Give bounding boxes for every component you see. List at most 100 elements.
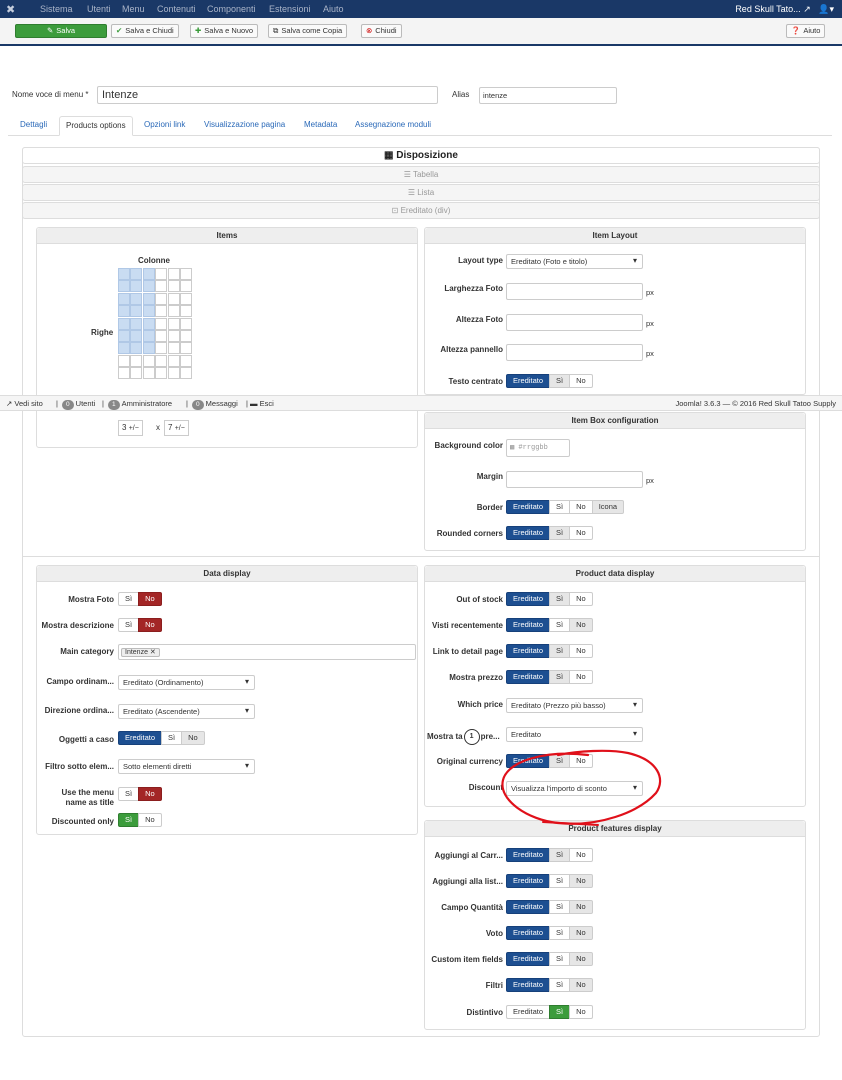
layout-lista[interactable]: ☰ Lista bbox=[22, 184, 820, 201]
main-category-tag[interactable]: Intenze ✕ bbox=[121, 648, 160, 657]
opt-no[interactable]: No bbox=[138, 813, 162, 827]
opt-no[interactable]: No bbox=[138, 618, 162, 632]
grid-cell[interactable] bbox=[130, 330, 143, 342]
site-link[interactable]: Red Skull Tato... ↗ 👤▾ bbox=[735, 4, 834, 15]
campo-quantita-toggle[interactable]: Ereditato Sì No bbox=[506, 900, 593, 914]
campo-ordinamento-select[interactable]: Ereditato (Ordinamento) bbox=[118, 675, 255, 690]
grid-cell[interactable] bbox=[142, 280, 155, 293]
opt-si[interactable]: Sì bbox=[549, 644, 571, 658]
opt-no[interactable]: No bbox=[569, 618, 593, 632]
grid-cell[interactable] bbox=[167, 317, 180, 330]
opt-ereditato[interactable]: Ereditato bbox=[506, 874, 551, 888]
save-copy-button[interactable]: ⧉ Salva come Copia bbox=[268, 24, 348, 38]
opt-si[interactable]: Sì bbox=[549, 926, 571, 940]
opt-no[interactable]: No bbox=[569, 644, 593, 658]
grid-cell[interactable] bbox=[142, 367, 155, 380]
grid-cell[interactable] bbox=[180, 268, 192, 280]
main-category-input[interactable]: Intenze ✕ bbox=[118, 644, 416, 660]
nav-contenuti[interactable]: Contenuti bbox=[157, 4, 196, 14]
filtri-toggle[interactable]: Ereditato Sì No bbox=[506, 978, 593, 992]
margin-input[interactable] bbox=[506, 471, 643, 488]
grid-cell[interactable] bbox=[167, 330, 180, 342]
opt-no[interactable]: No bbox=[569, 500, 593, 514]
opt-si[interactable]: Sì bbox=[549, 592, 571, 606]
nav-sistema[interactable]: Sistema bbox=[40, 4, 73, 14]
tab-opzioni-link[interactable]: Opzioni link bbox=[144, 120, 185, 129]
bg-color-input[interactable]: ▩ #rrggbb bbox=[506, 439, 570, 457]
opt-si[interactable]: Sì bbox=[549, 670, 571, 684]
grid-cell[interactable] bbox=[167, 342, 180, 355]
opt-ereditato[interactable]: Ereditato bbox=[506, 526, 551, 540]
opt-ereditato[interactable]: Ereditato bbox=[506, 848, 551, 862]
grid-cell[interactable] bbox=[142, 305, 155, 318]
joomla-logo-icon[interactable]: ✖ bbox=[6, 3, 15, 16]
grid-cell[interactable] bbox=[167, 305, 180, 318]
nav-utenti[interactable]: Utenti bbox=[87, 4, 111, 14]
grid-cell[interactable] bbox=[180, 367, 192, 380]
grid-cell[interactable] bbox=[130, 354, 143, 367]
mostra-tasse-select[interactable]: Ereditato bbox=[506, 727, 643, 742]
custom-fields-toggle[interactable]: Ereditato Sì No bbox=[506, 952, 593, 966]
tab-products-options[interactable]: Products options bbox=[59, 116, 133, 136]
opt-si[interactable]: Sì bbox=[118, 787, 140, 801]
grid-cell[interactable] bbox=[155, 330, 168, 342]
opt-si[interactable]: Sì bbox=[549, 618, 571, 632]
voto-toggle[interactable]: Ereditato Sì No bbox=[506, 926, 593, 940]
vedi-sito-link[interactable]: ↗ Vedi sito bbox=[6, 396, 43, 411]
opt-no[interactable]: No bbox=[569, 848, 593, 862]
link-detail-toggle[interactable]: Ereditato Sì No bbox=[506, 644, 593, 658]
opt-ereditato[interactable]: Ereditato bbox=[506, 900, 551, 914]
opt-ereditato[interactable]: Ereditato bbox=[118, 731, 163, 745]
opt-no[interactable]: No bbox=[181, 731, 205, 745]
opt-ereditato[interactable]: Ereditato bbox=[506, 952, 551, 966]
grid-cell[interactable] bbox=[155, 280, 168, 293]
tab-dettagli[interactable]: Dettagli bbox=[20, 120, 47, 129]
opt-no[interactable]: No bbox=[569, 374, 593, 388]
user-icon[interactable]: 👤▾ bbox=[818, 4, 834, 14]
grid-cell[interactable] bbox=[142, 317, 155, 330]
grid-cell[interactable] bbox=[167, 292, 180, 305]
nav-menu[interactable]: Menu bbox=[122, 4, 145, 14]
larghezza-foto-input[interactable] bbox=[506, 283, 643, 300]
nav-componenti[interactable]: Componenti bbox=[207, 4, 256, 14]
messaggi-link[interactable]: | 0 Messaggi bbox=[186, 396, 238, 411]
opt-si[interactable]: Sì bbox=[549, 978, 571, 992]
grid-cell[interactable] bbox=[180, 305, 192, 318]
opt-no[interactable]: No bbox=[569, 874, 593, 888]
opt-no[interactable]: No bbox=[569, 592, 593, 606]
mostra-descrizione-toggle[interactable]: Sì No bbox=[118, 618, 162, 632]
help-button[interactable]: ❓ Aiuto bbox=[786, 24, 826, 38]
opt-ereditato[interactable]: Ereditato bbox=[506, 926, 551, 940]
tab-metadata[interactable]: Metadata bbox=[304, 120, 337, 129]
esci-link[interactable]: | ▬ Esci bbox=[246, 396, 274, 411]
grid-cell[interactable] bbox=[142, 354, 155, 367]
grid-cell[interactable] bbox=[167, 280, 180, 293]
aggiungi-lista-toggle[interactable]: Ereditato Sì No bbox=[506, 874, 593, 888]
grid-cell[interactable] bbox=[130, 268, 143, 280]
admin-link[interactable]: | 1 Amministratore bbox=[102, 396, 172, 411]
grid-cell[interactable] bbox=[130, 317, 143, 330]
nav-aiuto[interactable]: Aiuto bbox=[323, 4, 344, 14]
rounded-toggle[interactable]: Ereditato Sì No bbox=[506, 526, 593, 540]
grid-cell[interactable] bbox=[130, 280, 143, 293]
grid-cell[interactable] bbox=[155, 268, 168, 280]
opt-si[interactable]: Sì bbox=[549, 526, 571, 540]
title-input[interactable]: Intenze bbox=[97, 86, 438, 104]
grid-cell[interactable] bbox=[155, 342, 168, 355]
layout-ereditato[interactable]: ⊡ Ereditato (div) bbox=[22, 202, 820, 219]
grid-cell[interactable] bbox=[118, 354, 130, 367]
grid-cell[interactable] bbox=[155, 292, 168, 305]
opt-no[interactable]: No bbox=[138, 592, 162, 606]
opt-ereditato[interactable]: Ereditato bbox=[506, 670, 551, 684]
grid-cell[interactable] bbox=[130, 367, 143, 380]
grid-cell[interactable] bbox=[142, 268, 155, 280]
layout-tabella[interactable]: ☰ Tabella bbox=[22, 166, 820, 183]
alias-input[interactable]: intenze bbox=[479, 87, 617, 104]
grid-cell[interactable] bbox=[180, 342, 192, 355]
filtro-sotto-select[interactable]: Sotto elementi diretti bbox=[118, 759, 255, 774]
tab-assegnazione-moduli[interactable]: Assegnazione moduli bbox=[355, 120, 431, 129]
grid-cell[interactable] bbox=[155, 367, 168, 380]
grid-cell[interactable] bbox=[167, 268, 180, 280]
mostra-foto-toggle[interactable]: Sì No bbox=[118, 592, 162, 606]
grid-cell[interactable] bbox=[118, 292, 130, 305]
